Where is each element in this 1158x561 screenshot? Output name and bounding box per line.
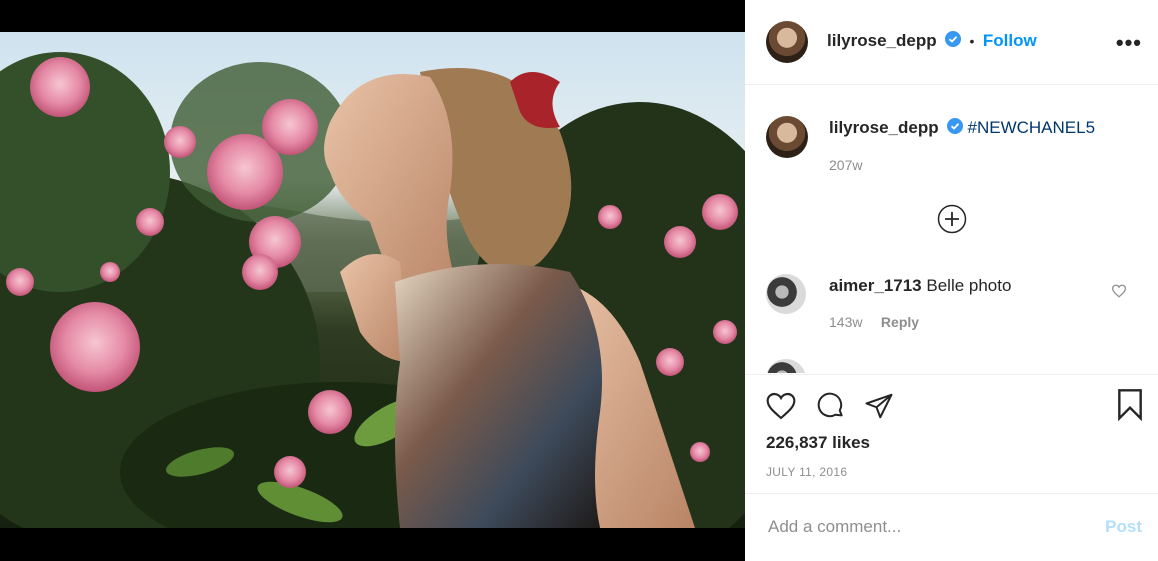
post-header: lilyrose_depp • Follow ••• bbox=[745, 0, 1158, 85]
comment-meta: 143w Reply bbox=[829, 314, 919, 332]
post-media bbox=[0, 0, 745, 561]
follow-button[interactable]: Follow bbox=[983, 31, 1037, 50]
caption-line: lilyrose_depp #NEWCHANEL5 bbox=[829, 118, 1095, 139]
post-side-panel: lilyrose_depp • Follow ••• lilyrose_depp… bbox=[745, 0, 1158, 561]
caption-username[interactable]: lilyrose_depp bbox=[829, 118, 939, 137]
comment-like-heart-icon[interactable] bbox=[1111, 284, 1127, 303]
heart-icon[interactable] bbox=[765, 391, 797, 426]
caption-avatar[interactable] bbox=[766, 116, 808, 158]
plus-circle-icon[interactable] bbox=[937, 204, 967, 239]
follow-separator: • bbox=[969, 33, 975, 49]
verified-badge-icon bbox=[947, 118, 964, 139]
paper-plane-icon[interactable] bbox=[863, 391, 895, 426]
comment-username[interactable]: aimer_1713 bbox=[829, 276, 922, 295]
commenter-avatar[interactable] bbox=[766, 274, 806, 314]
add-comment-input[interactable] bbox=[766, 513, 1090, 541]
comment-item: aimer_1713 Belle photo bbox=[829, 276, 1011, 296]
post-photo[interactable] bbox=[0, 32, 745, 528]
verified-badge-icon bbox=[945, 31, 962, 52]
author-line: lilyrose_depp • Follow bbox=[827, 31, 1037, 52]
comment-composer: Post bbox=[745, 493, 1158, 561]
likes-count[interactable]: 226,837 likes bbox=[766, 433, 870, 453]
caption-hashtag[interactable]: #NEWCHANEL5 bbox=[968, 118, 1096, 137]
bookmark-icon[interactable] bbox=[1116, 389, 1144, 426]
comment-age: 143w bbox=[829, 314, 863, 330]
post-actions: 226,837 likes JULY 11, 2016 bbox=[745, 374, 1158, 494]
photo-illustration bbox=[0, 52, 745, 528]
comment-text: Belle photo bbox=[926, 276, 1012, 295]
commenter-avatar[interactable] bbox=[766, 359, 806, 373]
author-username[interactable]: lilyrose_depp bbox=[827, 31, 937, 50]
author-avatar[interactable] bbox=[766, 21, 808, 63]
comment-bubble-icon[interactable] bbox=[815, 391, 847, 426]
post-date[interactable]: JULY 11, 2016 bbox=[766, 465, 847, 479]
post-comment-button[interactable]: Post bbox=[1105, 517, 1142, 537]
comments-list[interactable]: lilyrose_depp #NEWCHANEL5 207w aimer_171… bbox=[745, 85, 1158, 373]
reply-button[interactable]: Reply bbox=[881, 314, 919, 330]
caption-age: 207w bbox=[829, 157, 863, 173]
more-options-icon[interactable]: ••• bbox=[1116, 30, 1142, 56]
